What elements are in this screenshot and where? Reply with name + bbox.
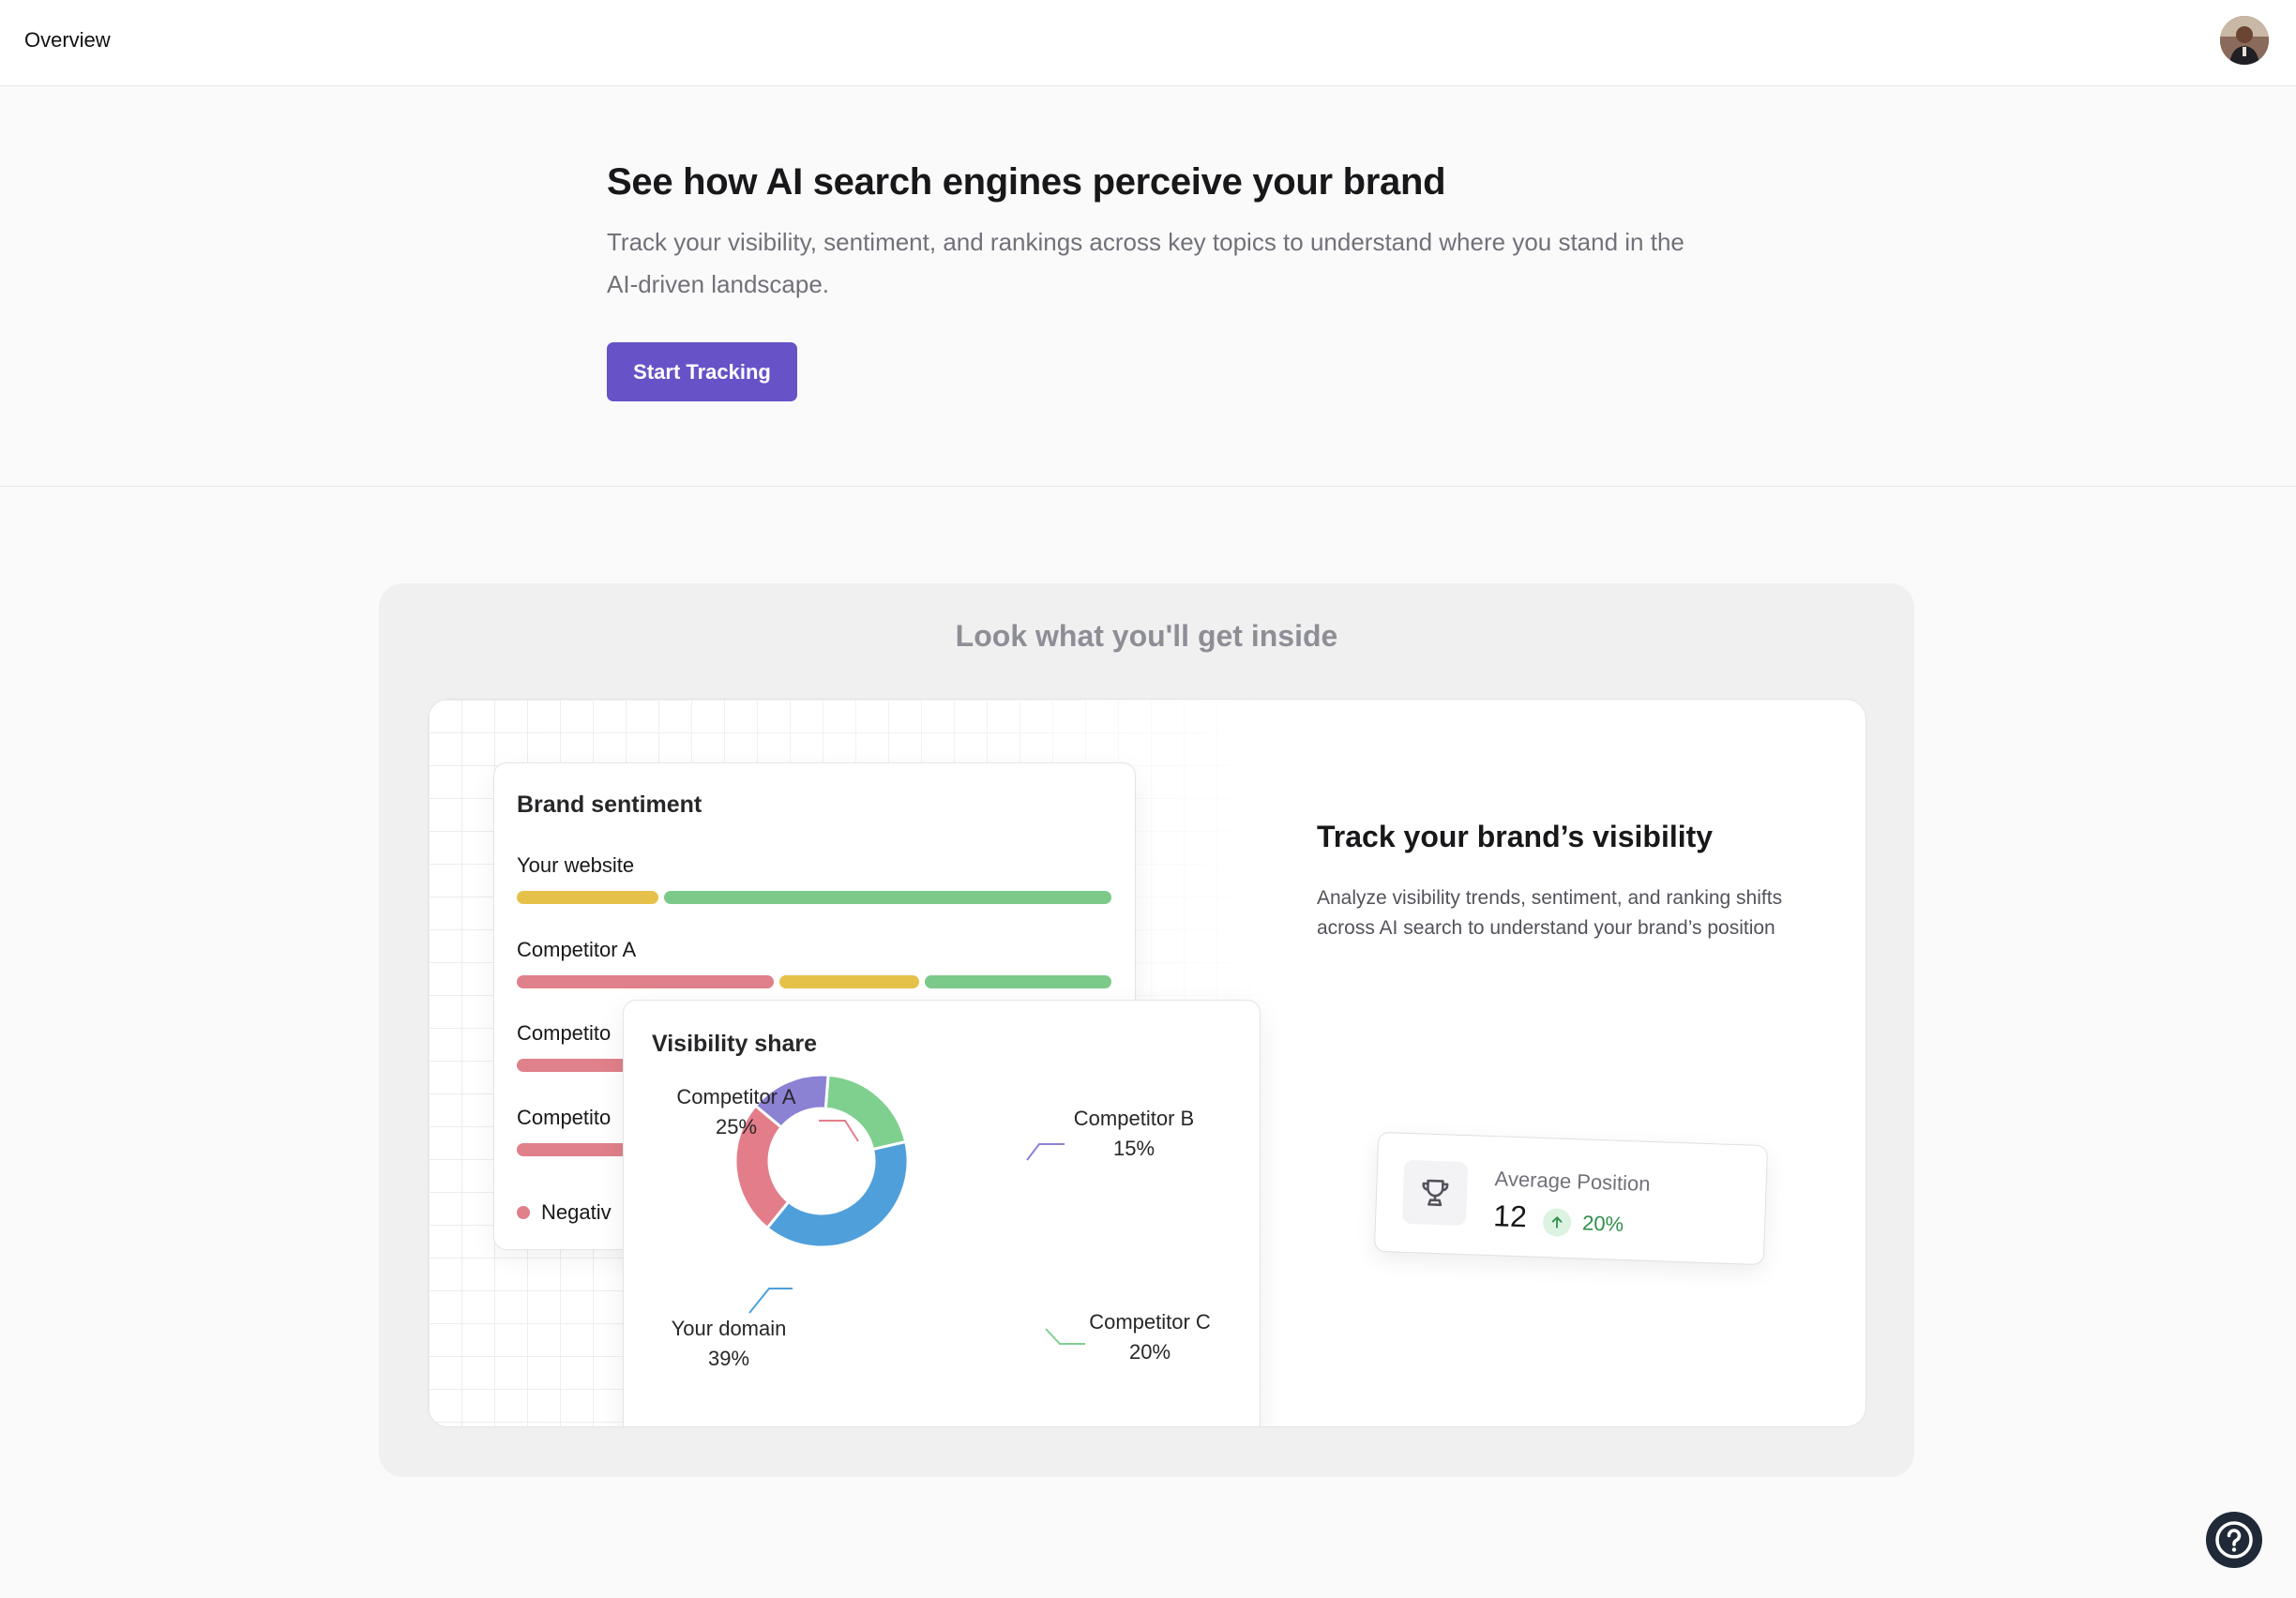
start-tracking-button[interactable]: Start Tracking xyxy=(607,342,797,401)
sentiment-legend: Negativ xyxy=(517,1200,612,1225)
sentiment-bar xyxy=(517,891,1111,904)
sentiment-segment-positive xyxy=(925,975,1111,988)
hero-section: See how AI search engines perceive your … xyxy=(0,86,2296,487)
donut-category-label: Competitor B xyxy=(1074,1107,1194,1130)
help-icon xyxy=(2215,1521,2253,1559)
donut-leader-line xyxy=(748,1288,793,1314)
donut-category-label: Competitor C xyxy=(1089,1310,1211,1334)
sentiment-segment-neutral xyxy=(517,891,658,904)
preview-panel: Brand sentiment Your website Competitor … xyxy=(428,699,1866,1427)
average-position-value: 12 xyxy=(1492,1198,1528,1234)
visibility-donut-chart: Competitor A 25% Competitor B 15% Competitor… xyxy=(672,1073,1211,1370)
hero-subtitle: Track your visibility, sentiment, and ra… xyxy=(607,228,1684,298)
preview-heading: Look what you'll get inside xyxy=(955,619,1338,653)
sentiment-row-label: Competitor A xyxy=(517,938,637,961)
donut-leader-line xyxy=(1026,1143,1065,1161)
top-bar: Overview xyxy=(0,0,2296,86)
help-button[interactable] xyxy=(2206,1512,2262,1568)
average-position-card: Average Position 12 20% xyxy=(1373,1131,1769,1266)
brand-sentiment-title: Brand sentiment xyxy=(517,791,702,818)
hero-title: See how AI search engines perceive your … xyxy=(607,161,1446,203)
trophy-icon xyxy=(1401,1159,1469,1227)
legend-label: Negativ xyxy=(541,1200,612,1224)
donut-slice xyxy=(764,1139,910,1249)
average-position-label: Average Position xyxy=(1494,1167,1651,1196)
sentiment-segment-negative xyxy=(517,975,774,988)
sentiment-segment-neutral xyxy=(779,975,919,988)
donut-leader-line xyxy=(819,1120,859,1142)
user-avatar-icon xyxy=(2220,16,2269,65)
feature-title: Track your brand’s visibility xyxy=(1317,820,1714,853)
donut-value-label: 15% xyxy=(1113,1137,1155,1160)
negative-dot-icon xyxy=(517,1206,530,1219)
sentiment-row-label: Competito xyxy=(517,1021,612,1045)
donut-value-label: 20% xyxy=(1129,1340,1171,1364)
sentiment-segment-positive xyxy=(664,891,1111,904)
sentiment-bar xyxy=(517,975,1111,988)
donut-slice xyxy=(823,1073,908,1152)
donut-value-label: 39% xyxy=(708,1347,749,1370)
visibility-share-card: Visibility share Competitor A 25% Competit… xyxy=(623,1000,1261,1426)
sentiment-row-label: Competito xyxy=(517,1106,612,1129)
donut-leader-line xyxy=(1045,1328,1085,1345)
average-position-change: 20% xyxy=(1581,1211,1624,1236)
donut-category-label: Your domain xyxy=(672,1317,787,1340)
feature-preview: Look what you'll get inside Brand sentim… xyxy=(379,583,1914,1477)
sentiment-row-label: Your website xyxy=(517,853,635,877)
donut-category-label: Competitor A xyxy=(676,1085,795,1108)
arrow-up-icon xyxy=(1542,1207,1572,1238)
feature-description: Analyze visibility trends, sentiment, an… xyxy=(1317,887,1783,939)
avatar[interactable] xyxy=(2220,16,2269,65)
page-title: Overview xyxy=(24,28,111,52)
donut-value-label: 25% xyxy=(716,1115,757,1138)
